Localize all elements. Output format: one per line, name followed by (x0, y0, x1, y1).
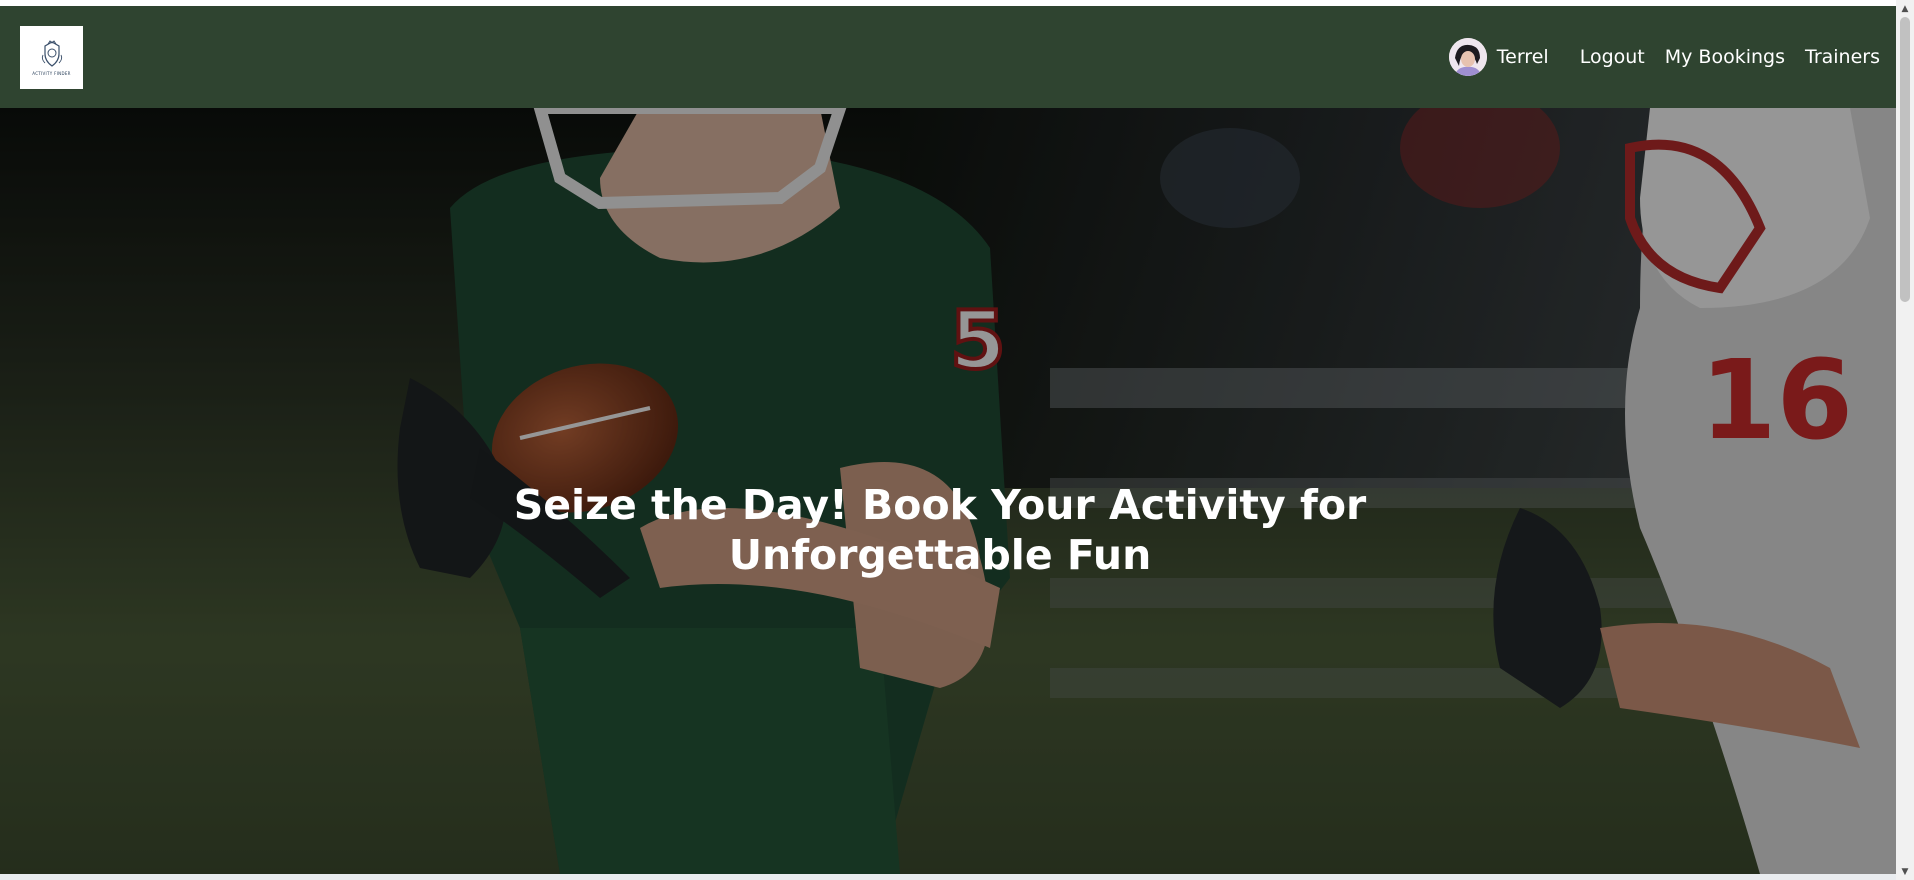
up-arrow-icon[interactable]: ▲ (1896, 0, 1914, 17)
bottom-strip (0, 874, 1896, 880)
site-logo[interactable]: ACTIVITY FINDER (20, 26, 83, 89)
user-avatar[interactable] (1448, 38, 1487, 76)
vertical-scrollbar[interactable]: ▲ ▼ (1896, 0, 1914, 880)
my-bookings-link[interactable]: My Bookings (1665, 46, 1785, 68)
nav-menu: Terrel Logout My Bookings Trainers (1448, 6, 1880, 108)
trainers-link[interactable]: Trainers (1805, 46, 1880, 68)
logo-text: ACTIVITY FINDER (32, 71, 71, 76)
logout-link[interactable]: Logout (1580, 46, 1645, 68)
hero-banner: 5 16 Seize the Day! Book Your Activity f… (0, 108, 1896, 874)
hero-heading: Seize the Day! Book Your Activity for Un… (513, 481, 1367, 579)
crest-logo-icon (41, 40, 62, 67)
user-name-link[interactable]: Terrel (1497, 46, 1549, 68)
scrollbar-thumb[interactable] (1900, 17, 1910, 302)
navbar: ACTIVITY FINDER Terrel Logout My Booking… (0, 6, 1896, 108)
page: ACTIVITY FINDER Terrel Logout My Booking… (0, 0, 1914, 880)
down-arrow-icon[interactable]: ▼ (1896, 863, 1914, 880)
